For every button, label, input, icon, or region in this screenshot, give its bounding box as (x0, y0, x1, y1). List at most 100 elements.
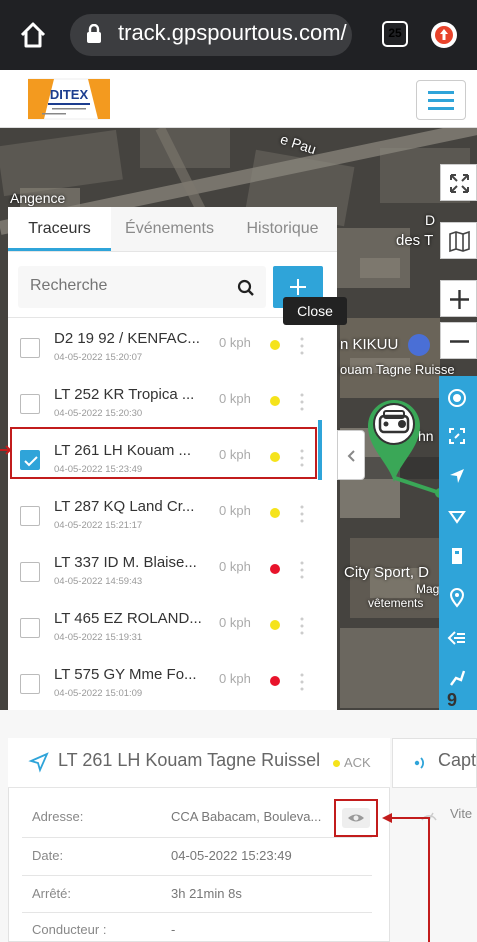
tracker-name[interactable]: LT 287 KQ Land Cr... (54, 498, 194, 515)
location-pin-icon[interactable] (447, 588, 467, 608)
date-value: 04-05-2022 15:23:49 (171, 848, 292, 863)
detail-title: LT 261 LH Kouam Tagne Ruissel (58, 750, 321, 770)
tracker-row[interactable]: LT 465 EZ ROLAND... 04-05-2022 15:19:31 0 … (8, 602, 316, 658)
search-icon[interactable] (237, 279, 255, 297)
tracker-row[interactable]: D2 19 92 / KENFAC... 04-05-2022 15:20:07 0… (8, 322, 316, 378)
shopping-bag-icon (408, 334, 430, 356)
close-tooltip: Close (283, 297, 347, 325)
tracker-checkbox[interactable] (20, 394, 40, 414)
fullscreen-button[interactable] (440, 164, 477, 201)
tracker-name[interactable]: LT 465 EZ ROLAND... (54, 610, 202, 627)
map-layers-button[interactable] (440, 222, 477, 259)
status-dot (270, 676, 280, 686)
expand-icon (450, 174, 469, 193)
tracker-name[interactable]: LT 337 ID M. Blaise... (54, 554, 197, 571)
tracker-speed: 0 kph (219, 671, 251, 686)
tracker-checkbox[interactable] (20, 338, 40, 358)
zoom-out-button[interactable] (440, 322, 477, 359)
more-options-icon[interactable] (300, 560, 304, 580)
collapse-panel-button[interactable] (337, 430, 365, 480)
tab-count-button[interactable]: 25 (382, 21, 408, 47)
zoom-in-button[interactable] (440, 280, 477, 317)
view-address-button[interactable] (334, 799, 378, 837)
compass-icon[interactable] (447, 388, 467, 408)
tracker-checkbox[interactable] (20, 674, 40, 694)
tracker-name[interactable]: LT 252 KR Tropica ... (54, 386, 194, 403)
speed-gauge-icon (421, 812, 437, 821)
home-icon[interactable] (18, 20, 48, 50)
date-label: Date: (32, 848, 64, 863)
tracker-row[interactable]: LT 287 KQ Land Cr... 04-05-2022 15:21:17 0… (8, 490, 316, 546)
tab-evenements[interactable]: Événements (111, 207, 228, 251)
stopped-label: Arrêté: (32, 886, 72, 901)
map-label-vetements: vêtements (368, 596, 424, 610)
tracker-speed: 0 kph (219, 503, 251, 518)
tracker-name[interactable]: LT 575 GY Mme Fo... (54, 666, 197, 683)
highlight-annotation (10, 427, 317, 479)
address-label: Adresse: (32, 809, 84, 824)
menu-button[interactable] (416, 80, 466, 120)
chevron-left-icon (347, 450, 355, 462)
tab-historique[interactable]: Historique (228, 207, 337, 251)
tracker-speed: 0 kph (219, 559, 251, 574)
more-options-icon[interactable] (300, 504, 304, 524)
tracker-date: 04-05-2022 15:20:07 (54, 352, 143, 363)
driver-label: Conducteur : (32, 922, 107, 937)
list-back-icon[interactable] (447, 628, 467, 648)
address-value: CCA Babacam, Bouleva... (171, 809, 322, 824)
lock-icon (87, 24, 101, 43)
map-label-kikuu: n KIKUU (340, 336, 399, 353)
tracker-row[interactable]: LT 252 KR Tropica ... 04-05-2022 15:20:30… (8, 378, 316, 434)
building-icon[interactable] (447, 546, 467, 566)
route-icon[interactable] (447, 668, 467, 688)
map-label-mag: Mag (416, 582, 440, 596)
tracker-checkbox[interactable] (20, 562, 40, 582)
ack-label[interactable]: ACK (344, 755, 371, 770)
search-box (18, 266, 266, 308)
tracker-checkbox[interactable] (20, 506, 40, 526)
map-label-d: D (425, 212, 436, 228)
vite-label: Vite (450, 806, 473, 821)
tab-traceurs[interactable]: Traceurs (8, 207, 111, 251)
tracker-checkbox[interactable] (20, 618, 40, 638)
tracker-date: 04-05-2022 15:20:30 (54, 408, 143, 419)
map-label-city-sport: City Sport, D (344, 564, 430, 581)
tracker-speed: 0 kph (219, 615, 251, 630)
search-input[interactable] (30, 277, 220, 295)
tracker-speed: 0 kph (219, 335, 251, 350)
map-corner-glyph: 9 (447, 690, 458, 710)
more-options-icon[interactable] (300, 392, 304, 412)
signal-icon (414, 757, 424, 769)
more-options-icon[interactable] (300, 616, 304, 636)
more-options-icon[interactable] (300, 336, 304, 356)
tracker-name[interactable]: D2 19 92 / KENFAC... (54, 330, 200, 347)
vehicle-marker-icon[interactable] (362, 392, 426, 484)
tracker-date: 04-05-2022 14:59:43 (54, 576, 143, 587)
map-icon (449, 230, 470, 253)
direction-icon[interactable] (447, 506, 467, 526)
tracker-date: 04-05-2022 15:19:31 (54, 632, 143, 643)
more-options-icon[interactable] (300, 672, 304, 692)
annotation-arrow-icon (0, 445, 12, 455)
status-dot (333, 760, 340, 767)
scrollbar[interactable] (318, 420, 322, 480)
status-dot (270, 508, 280, 518)
tracker-date: 04-05-2022 15:01:09 (54, 688, 143, 699)
tracker-date: 04-05-2022 15:21:17 (54, 520, 143, 531)
update-icon[interactable] (431, 22, 457, 48)
tracker-row[interactable]: LT 337 ID M. Blaise... 04-05-2022 14:59:4… (8, 546, 316, 602)
plus-icon (450, 290, 469, 309)
url-text[interactable]: track.gpspourtous.com/ (118, 20, 347, 46)
focus-icon[interactable] (447, 426, 467, 446)
capt-tab-label[interactable]: Capt (438, 750, 476, 771)
navigation-icon (28, 752, 49, 773)
map-label-des-t: des T (396, 232, 434, 249)
navigation-icon[interactable] (447, 466, 467, 486)
stopped-value: 3h 21min 8s (171, 886, 242, 901)
status-dot (270, 564, 280, 574)
tracker-speed: 0 kph (219, 391, 251, 406)
map-label-agence: Angence (10, 190, 66, 206)
map-label-kouam: ouam Tagne Ruisse (340, 362, 455, 377)
tracker-row[interactable]: LT 575 GY Mme Fo... 04-05-2022 15:01:09 0 … (8, 658, 316, 710)
ditex-logo[interactable]: DITEX (27, 77, 111, 121)
